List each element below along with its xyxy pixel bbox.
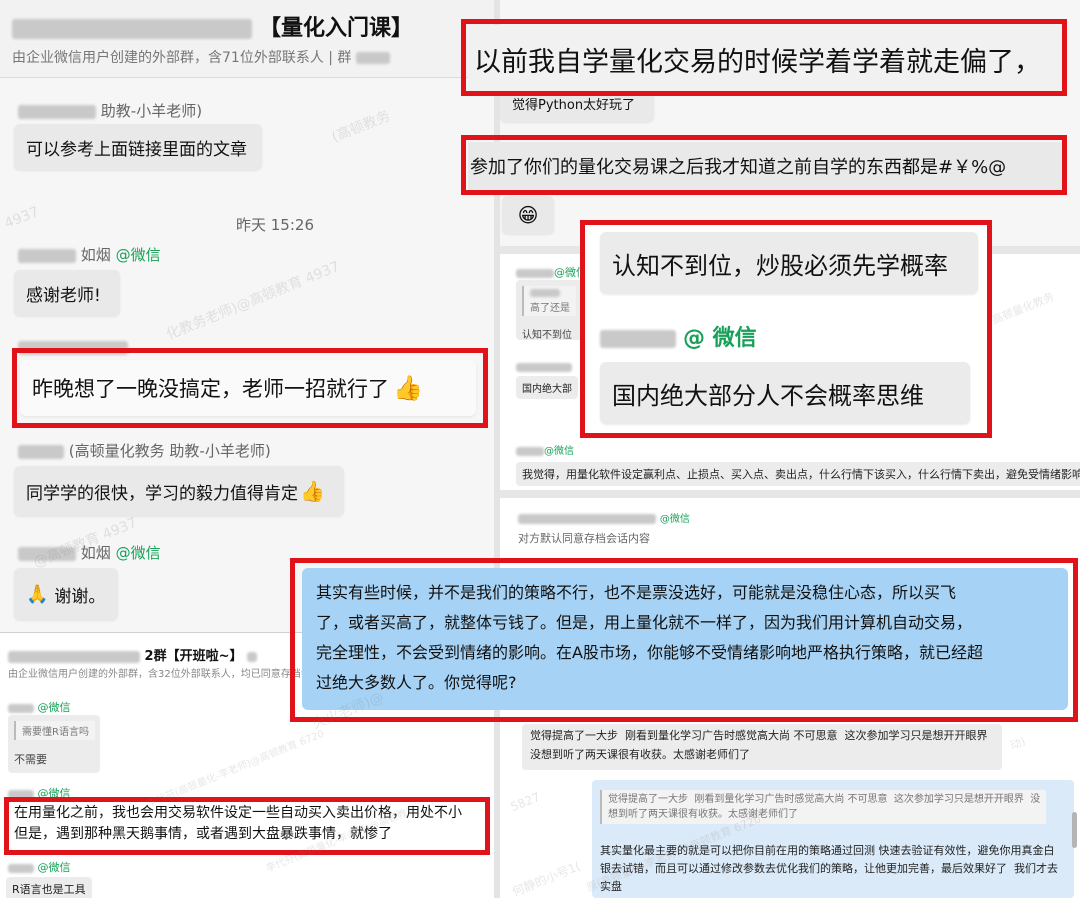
panel-divider bbox=[500, 490, 1080, 498]
message-bubble[interactable]: 国内绝大部 bbox=[516, 376, 578, 399]
quoted-text: 需要懂R语言吗 bbox=[14, 721, 95, 740]
group-title: 【量化入门课】 bbox=[259, 16, 414, 41]
highlighted-message-bubble[interactable] bbox=[500, 0, 1070, 20]
highlighted-message-3[interactable]: 参加了你们的量化交易课之后我才知道之前自学的东西都是#￥%@ bbox=[468, 142, 1064, 190]
wechat-tag: @微信 bbox=[115, 544, 161, 562]
thumbs-up-icon: 👍 bbox=[300, 479, 325, 503]
message-bubble[interactable]: 国内绝大部分人不会概率思维 bbox=[600, 362, 970, 424]
chat-panel-left-top: 【量化入门课】 由企业微信用户创建的外部群，含71位外部联系人 | 群 助教-小… bbox=[0, 0, 494, 632]
consent-note: 对方默认同意存档会话内容 bbox=[518, 532, 650, 545]
message-bubble[interactable]: 同学学的很快，学习的毅力值得肯定 👍 bbox=[14, 466, 344, 516]
sender-name: 助教-小羊老师) bbox=[100, 102, 203, 120]
wechat-tag: @微信 bbox=[37, 787, 71, 800]
highlighted-message[interactable]: 在用量化之前，我也会用交易软件设定一些自动买入卖出价格，用处不小 但是，遇到那种… bbox=[14, 803, 484, 845]
reply-text: 认知不到位 bbox=[522, 330, 572, 341]
emoji-bubble[interactable]: 😁 bbox=[502, 196, 554, 234]
teacher-reply-bubble[interactable]: 觉得提高了一大步 刚看到量化学习广告时感觉高大尚 不可思意 这次参加学习只是想开… bbox=[592, 780, 1074, 898]
group-subtitle: 由企业微信用户创建的外部群，含71位外部联系人 | 群 bbox=[12, 50, 352, 66]
highlighted-message-1[interactable]: 以前我自学量化交易的时候学着学着就走偏了， bbox=[468, 25, 1064, 93]
message-bubble[interactable]: 觉得提高了一大步 刚看到量化学习广告时感觉高大尚 不可思意 这次参加学习只是想开… bbox=[522, 724, 1002, 770]
group-header: 【量化入门课】 由企业微信用户创建的外部群，含71位外部联系人 | 群 bbox=[0, 0, 494, 78]
group-title: 2群【开班啦~】 bbox=[144, 649, 243, 664]
wechat-tag: @ 微信 bbox=[683, 326, 757, 351]
wechat-tag: @微信 bbox=[544, 446, 574, 457]
wechat-tag: @微信 bbox=[659, 514, 690, 525]
highlighted-message-bubble[interactable]: 昨晚想了一晚没搞定，老师一招就行了 👍 bbox=[20, 360, 476, 416]
quoted-reply-card[interactable]: 需要懂R语言吗 不需要 bbox=[8, 715, 100, 773]
highlighted-blue-message[interactable]: 其实有些时候，并不是我们的策略不行，也不是票没选好，可能就是没稳住心态，所以买飞… bbox=[302, 568, 1068, 710]
scrollbar[interactable] bbox=[1072, 812, 1077, 848]
zoomed-chat-card: 认知不到位，炒股必须先学概率 @ 微信 国内绝大部分人不会概率思维 bbox=[582, 222, 990, 436]
group-subtitle: 由企业微信用户创建的外部群，含32位外部联系人，均已同意存档会话内 bbox=[8, 669, 331, 680]
sender-name: 如烟 bbox=[80, 544, 111, 562]
sender-name: (高顿量化教务 助教-小羊老师) bbox=[68, 442, 271, 460]
message-bubble[interactable]: 我觉得，用量化软件设定赢利点、止损点、买入点、卖出点，什么行情下该买入，什么行情… bbox=[516, 462, 1080, 486]
praying-hands-icon: 🙏 bbox=[26, 583, 49, 605]
grin-emoji-icon: 😁 bbox=[517, 203, 539, 227]
quoted-text: 觉得提高了一大步 刚看到量化学习广告时感觉高大尚 不可思意 这次参加学习只是想开… bbox=[600, 790, 1047, 824]
blurred-group-name bbox=[12, 19, 252, 39]
wechat-tag: @微信 bbox=[115, 246, 161, 264]
message-bubble[interactable]: 认知不到位，炒股必须先学概率 bbox=[600, 232, 978, 294]
sender-name: 如烟 bbox=[80, 246, 111, 264]
reply-text: 不需要 bbox=[14, 753, 47, 766]
message-bubble[interactable]: 感谢老师! bbox=[14, 270, 120, 316]
message-bubble[interactable]: R语言也是工具 bbox=[6, 877, 92, 898]
wechat-tag: @微信 bbox=[37, 701, 71, 714]
timestamp: 昨天 15:26 bbox=[236, 216, 314, 234]
wechat-tag: @微信 bbox=[37, 861, 71, 874]
thumbs-up-icon: 👍 bbox=[393, 374, 423, 402]
message-bubble[interactable]: 可以参考上面链接里面的文章 bbox=[14, 124, 262, 170]
message-bubble[interactable]: 🙏 谢谢。 bbox=[14, 568, 118, 620]
